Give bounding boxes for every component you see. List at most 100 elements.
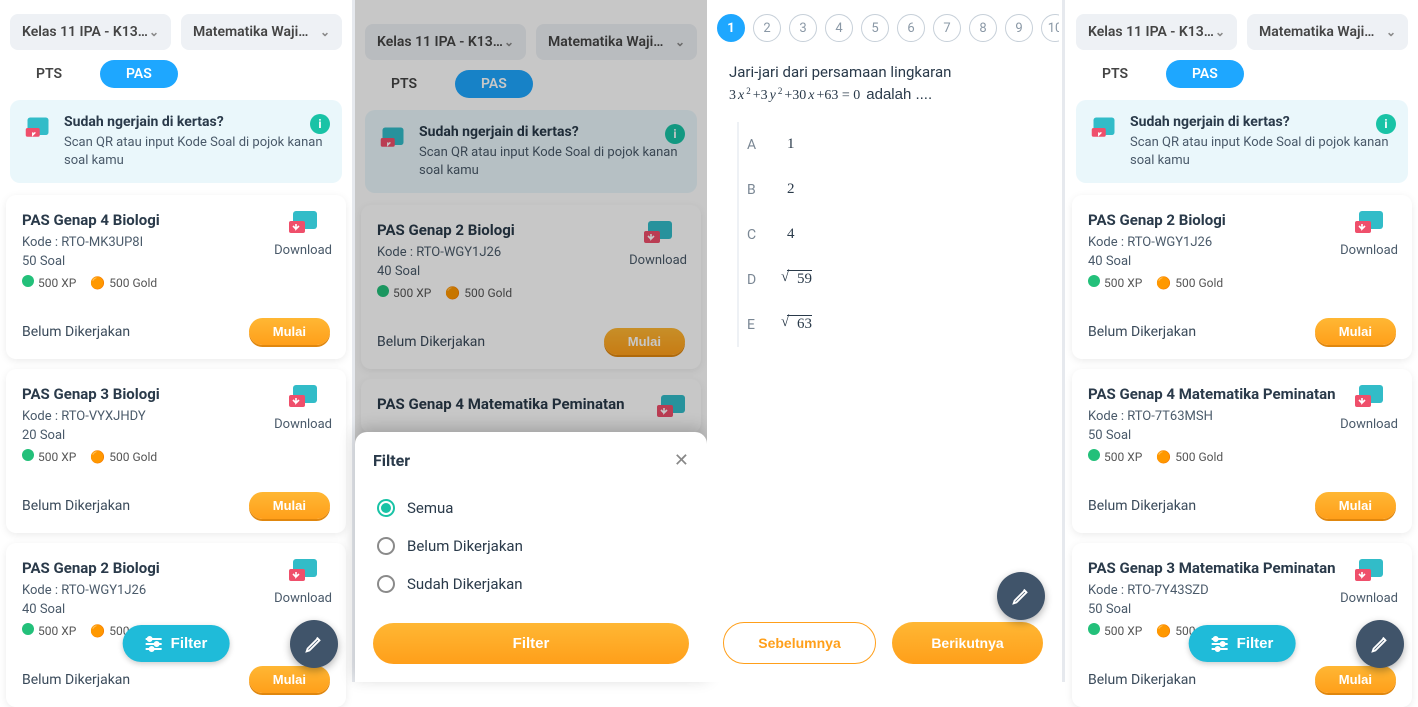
mulai-button[interactable]: Mulai — [1315, 318, 1396, 345]
status-text: Belum Dikerjakan — [22, 672, 130, 688]
sheet-title: Filter — [373, 451, 410, 470]
chevron-down-icon: ⌄ — [1215, 25, 1225, 39]
screen-list-1: Kelas 11 IPA - K13…⌄ Matematika Waji…⌄ P… — [0, 0, 352, 682]
subject-dropdown[interactable]: Matematika Waji… ⌄ — [181, 14, 342, 50]
answer-label: B — [747, 182, 763, 198]
mulai-button[interactable]: Mulai — [1315, 666, 1396, 693]
answer-label: A — [747, 137, 763, 153]
question-number-strip: 123456789101 — [707, 0, 1059, 56]
status-text: Belum Dikerjakan — [1088, 324, 1196, 340]
info-icon[interactable]: i — [310, 114, 330, 134]
edit-fab[interactable] — [290, 620, 338, 668]
answer-option[interactable]: E63 — [737, 302, 1037, 347]
download-icon[interactable] — [274, 383, 332, 415]
filter-button[interactable]: Filter — [1189, 625, 1296, 662]
download-icon[interactable] — [1340, 557, 1398, 589]
download-label: Download — [274, 243, 332, 258]
filter-option-belum[interactable]: Belum Dikerjakan — [373, 527, 689, 565]
mulai-button[interactable]: Mulai — [249, 318, 330, 345]
filter-button[interactable]: Filter — [123, 625, 230, 662]
mulai-button[interactable]: Mulai — [1315, 492, 1396, 519]
tab-pts[interactable]: PTS — [10, 60, 88, 88]
answer-label: C — [747, 227, 763, 243]
question-text: Jari-jari dari persamaan lingkaran — [729, 62, 1037, 84]
tab-pas[interactable]: PAS — [100, 60, 178, 88]
status-text: Belum Dikerjakan — [1088, 498, 1196, 514]
xp-icon — [1088, 275, 1100, 287]
pdf-qr-icon — [1090, 114, 1118, 142]
gold-icon: 🟠 — [1156, 276, 1171, 290]
edit-fab[interactable] — [997, 572, 1045, 620]
filter-option-sudah[interactable]: Sudah Dikerjakan — [373, 565, 689, 603]
download-icon[interactable] — [274, 209, 332, 241]
screen-question: 123456789101 Jari-jari dari persamaan li… — [707, 0, 1059, 682]
xp-icon — [22, 449, 34, 461]
gold-icon: 🟠 — [90, 450, 105, 464]
download-icon[interactable] — [1340, 209, 1398, 241]
question-number[interactable]: 4 — [825, 14, 853, 42]
edit-fab[interactable] — [1356, 620, 1404, 668]
question-number[interactable]: 2 — [753, 14, 781, 42]
qr-notice[interactable]: Sudah ngerjain di kertas? Scan QR atau i… — [10, 100, 342, 183]
question-number[interactable]: 6 — [897, 14, 925, 42]
screen-list-2: Kelas 11 IPA - K13…⌄ Matematika Waji…⌄ P… — [355, 0, 707, 682]
mulai-button[interactable]: Mulai — [249, 666, 330, 693]
gold-icon: 🟠 — [1156, 624, 1171, 638]
radio-icon — [377, 499, 395, 517]
question-number[interactable]: 7 — [933, 14, 961, 42]
filter-sheet: Filter ✕ Semua Belum Dikerjakan Sudah Di… — [355, 432, 707, 682]
gold-icon: 🟠 — [1156, 450, 1171, 464]
question-number[interactable]: 3 — [789, 14, 817, 42]
tab-pas[interactable]: PAS — [1166, 60, 1244, 88]
gold-icon: 🟠 — [90, 276, 105, 290]
question-number[interactable]: 1 — [717, 14, 745, 42]
subject-dropdown[interactable]: Matematika Waji…⌄ — [1247, 14, 1408, 50]
apply-filter-button[interactable]: Filter — [373, 623, 689, 664]
filter-option-semua[interactable]: Semua — [373, 489, 689, 527]
close-icon[interactable]: ✕ — [674, 450, 689, 471]
download-label: Download — [1340, 591, 1398, 606]
class-dropdown[interactable]: Kelas 11 IPA - K13…⌄ — [1076, 14, 1237, 50]
answer-label: D — [747, 272, 763, 288]
status-text: Belum Dikerjakan — [1088, 672, 1196, 688]
xp-icon — [22, 623, 34, 635]
question-number[interactable]: 5 — [861, 14, 889, 42]
chevron-down-icon: ⌄ — [320, 25, 330, 39]
chevron-down-icon: ⌄ — [149, 25, 159, 39]
subject-label: Matematika Waji… — [193, 24, 308, 40]
xp-icon — [1088, 623, 1100, 635]
rewards: 500 XP🟠500 Gold — [22, 275, 330, 290]
download-label: Download — [1340, 417, 1398, 432]
download-icon[interactable] — [274, 557, 332, 589]
tab-pts[interactable]: PTS — [1076, 60, 1154, 88]
next-button[interactable]: Berikutnya — [892, 622, 1043, 664]
status-text: Belum Dikerjakan — [22, 324, 130, 340]
class-label: Kelas 11 IPA - K13… — [22, 24, 148, 40]
answer-value: 2 — [787, 181, 795, 198]
answer-value: 4 — [787, 226, 795, 243]
answer-value: 1 — [787, 136, 795, 153]
soal-card: PAS Genap 3 BiologiKode : RTO-VYXJHDY20 … — [6, 369, 346, 533]
question-number[interactable]: 8 — [969, 14, 997, 42]
mulai-button[interactable]: Mulai — [249, 492, 330, 519]
answer-option[interactable]: B2 — [737, 167, 1037, 212]
class-dropdown[interactable]: Kelas 11 IPA - K13…⌄ — [10, 14, 171, 50]
info-icon[interactable]: i — [1376, 114, 1396, 134]
prev-button[interactable]: Sebelumnya — [723, 622, 876, 664]
download-icon[interactable] — [1340, 383, 1398, 415]
qr-notice[interactable]: Sudah ngerjain di kertas?Scan QR atau in… — [1076, 100, 1408, 183]
rewards: 500 XP🟠500 Gold — [1088, 449, 1396, 464]
question-formula: 3x2 +3y2 +30x +63 = 0 adalah .... — [729, 84, 1037, 106]
xp-icon — [22, 275, 34, 287]
answer-value: 63 — [787, 316, 812, 333]
rewards: 500 XP🟠500 Gold — [1088, 275, 1396, 290]
answer-option[interactable]: C4 — [737, 212, 1037, 257]
screen-list-4: Kelas 11 IPA - K13…⌄ Matematika Waji…⌄ P… — [1066, 0, 1418, 682]
soal-card: PAS Genap 4 Matematika PeminatanKode : R… — [1072, 369, 1412, 533]
answer-option[interactable]: A1 — [737, 122, 1037, 167]
notice-title: Sudah ngerjain di kertas? — [64, 114, 328, 130]
question-number[interactable]: 9 — [1005, 14, 1033, 42]
answer-option[interactable]: D59 — [737, 257, 1037, 302]
question-number[interactable]: 10 — [1041, 14, 1059, 42]
status-text: Belum Dikerjakan — [22, 498, 130, 514]
